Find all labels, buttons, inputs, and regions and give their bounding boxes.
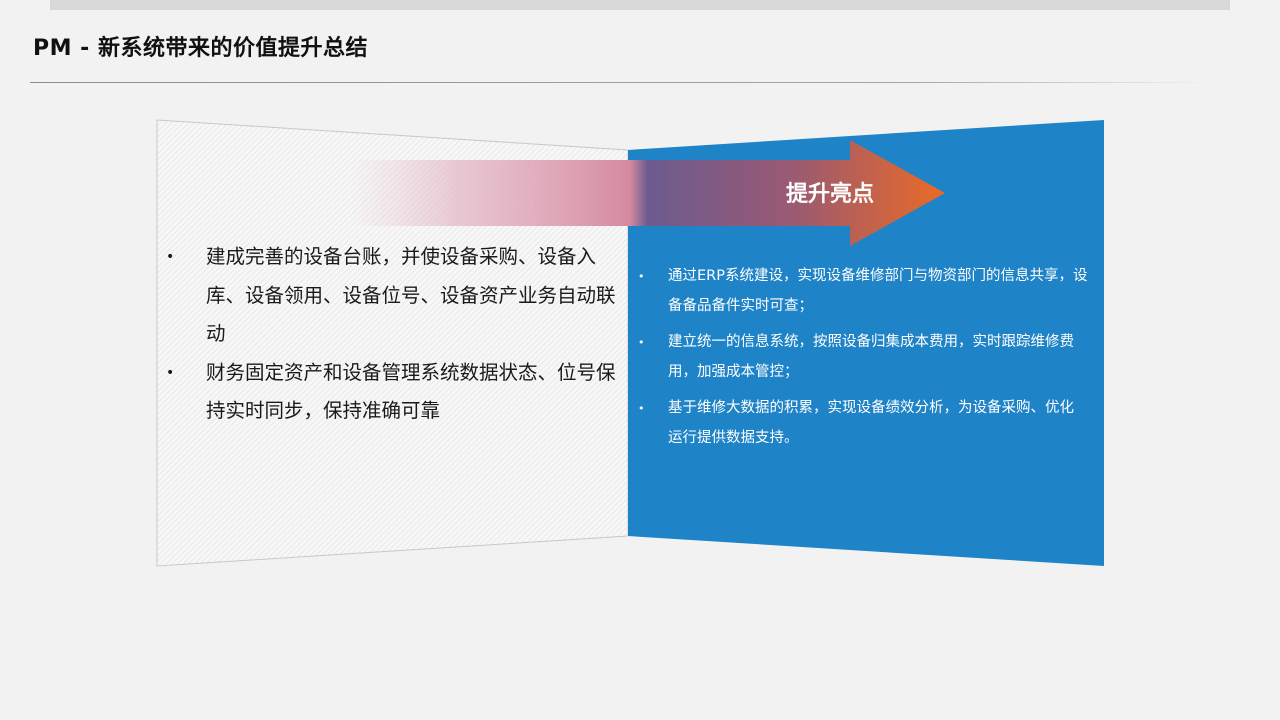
bullet-dot: • <box>638 402 645 415</box>
list-item-text: 建成完善的设备台账，并使设备采购、设备入库、设备领用、设备位号、设备资产业务自动… <box>206 245 616 345</box>
list-item: • 建立统一的信息系统，按照设备归集成本费用，实时跟踪维修费用，加强成本管控； <box>638 328 1088 387</box>
right-bullet-list: • 通过ERP系统建设，实现设备维修部门与物资部门的信息共享，设备备品备件实时可… <box>638 262 1088 460</box>
bullet-dot: • <box>166 364 175 381</box>
list-item-text: 财务固定资产和设备管理系统数据状态、位号保持实时同步，保持准确可靠 <box>206 360 616 423</box>
list-item-text: 通过ERP系统建设，实现设备维修部门与物资部门的信息共享，设备备品备件实时可查； <box>668 268 1088 314</box>
bullet-dot: • <box>638 270 645 283</box>
list-item: • 基于维修大数据的积累，实现设备绩效分析，为设备采购、优化运行提供数据支持。 <box>638 394 1088 453</box>
left-bullet-list: • 建成完善的设备台账，并使设备采购、设备入库、设备领用、设备位号、设备资产业务… <box>166 238 618 431</box>
list-item-text: 基于维修大数据的积累，实现设备绩效分析，为设备采购、优化运行提供数据支持。 <box>668 400 1074 446</box>
list-item: • 财务固定资产和设备管理系统数据状态、位号保持实时同步，保持准确可靠 <box>166 354 618 431</box>
arrow-label: 提升亮点 <box>785 182 874 207</box>
list-item-text: 建立统一的信息系统，按照设备归集成本费用，实时跟踪维修费用，加强成本管控； <box>668 334 1074 380</box>
bullet-dot: • <box>638 336 645 349</box>
list-item: • 通过ERP系统建设，实现设备维修部门与物资部门的信息共享，设备备品备件实时可… <box>638 262 1088 321</box>
bullet-dot: • <box>166 249 175 265</box>
list-item: • 建成完善的设备台账，并使设备采购、设备入库、设备领用、设备位号、设备资产业务… <box>166 238 618 354</box>
